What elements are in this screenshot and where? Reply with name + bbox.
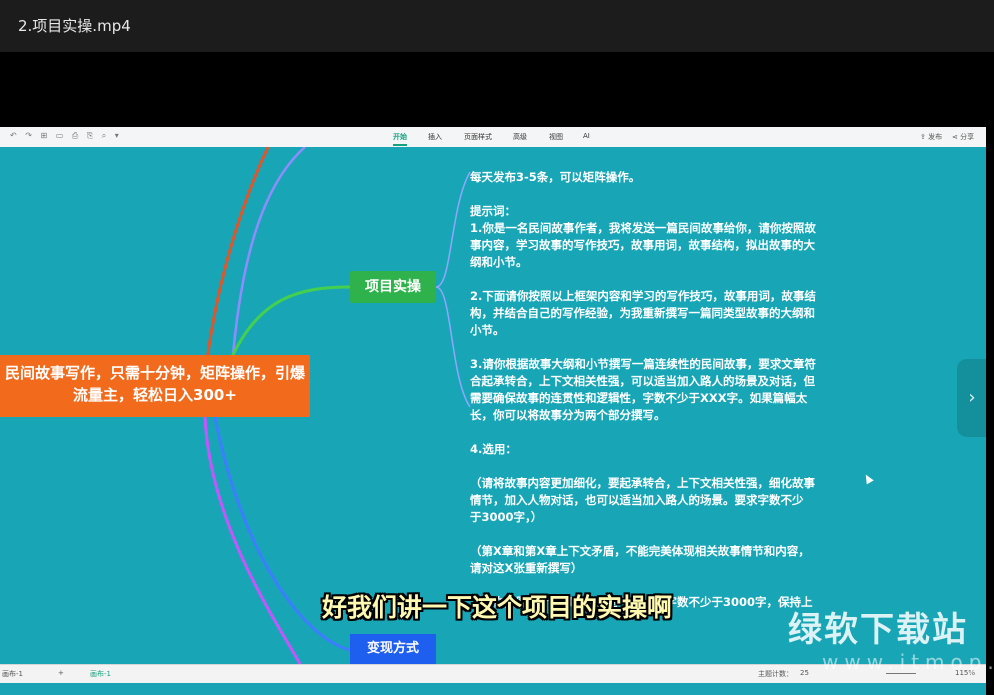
side-panel-expand-icon[interactable]: › — [957, 359, 986, 437]
tab-ai[interactable]: AI — [583, 132, 590, 140]
topic-count: 25 — [800, 669, 809, 677]
video-frame[interactable]: ↶ ↷ ⊞ ▭ ⎙ ⎘ ⌕ ▾ 开始 插入 页面样式 高级 视图 AI ⇪ 发布… — [0, 52, 994, 695]
note-line: 3.请你根据故事大纲和小节撰写一篇连续性的民间故事，要求文章符 — [470, 357, 816, 371]
add-sheet-button[interactable]: + — [58, 669, 64, 677]
note-line: （第X章和第X章上下文矛盾，不能完美体现相关故事情节和内容， — [470, 544, 810, 558]
tab-start[interactable]: 开始 — [393, 132, 407, 146]
topic-count-label: 主题计数： — [758, 670, 793, 678]
central-topic-line-1: 民间故事写作，只需十分钟，矩阵操作，引爆 — [4, 364, 305, 382]
branch-line-green — [230, 285, 351, 358]
note-line — [470, 186, 840, 203]
note-line — [470, 526, 840, 543]
note-line: 事内容，学习故事的写作技巧，故事用词，故事结构，拟出故事的大 — [470, 238, 815, 252]
publish-label: 发布 — [928, 133, 943, 141]
note-line: 于3000字，） — [470, 510, 543, 524]
video-title: 2.项目实操.mp4 — [18, 17, 131, 35]
tab-view[interactable]: 视图 — [549, 132, 563, 142]
sheet-tab[interactable]: 画布-1 — [90, 669, 111, 679]
note-line: 小节。 — [470, 323, 505, 337]
note-line: 需要确保故事的连贯性和逻辑性，字数不少于XXX字。如果篇幅太 — [470, 391, 808, 405]
note-line: 构，并结合自己的写作经验，为我重新撰写一篇同类型故事的大纲和 — [470, 306, 815, 320]
tab-page-style[interactable]: 页面样式 — [464, 132, 492, 142]
note-line: 提示词： — [470, 204, 516, 218]
note-line: 合起承转合，上下文相关性强，可以适当加入路人的场景及对话，但 — [470, 374, 815, 388]
watermark-domain: www.itmop.com — [822, 650, 994, 674]
branch-line-violet — [230, 147, 306, 368]
branch-line-red — [203, 147, 270, 378]
note-line: 长，你可以将故事分为两个部分撰写。 — [470, 408, 666, 422]
note-line: 纲和小节。 — [470, 255, 528, 269]
share-button[interactable]: ⋖ 分享 — [952, 132, 974, 142]
sheet-selector[interactable]: 画布-1 — [2, 669, 23, 679]
note-line: 请对这X张重新撰写） — [470, 561, 583, 575]
note-line — [470, 458, 840, 475]
note-line — [470, 424, 840, 441]
app-toolbar: ↶ ↷ ⊞ ▭ ⎙ ⎘ ⌕ ▾ 开始 插入 页面样式 高级 视图 AI ⇪ 发布… — [0, 127, 986, 148]
note-line: 1.你是一名民间故事作者，我将发送一篇民间故事给你，请你按照故 — [470, 221, 816, 235]
quick-access-icons[interactable]: ↶ ↷ ⊞ ▭ ⎙ ⎘ ⌕ ▾ — [10, 131, 122, 141]
note-line: 每天发布3-5条，可以矩阵操作。 — [470, 170, 641, 184]
central-topic-line-2: 流量主，轻松日入300+ — [73, 386, 237, 404]
note-bracket-bottom — [435, 286, 471, 408]
node-project-practice[interactable]: 项目实操 — [350, 271, 436, 303]
player-title-bar: 2.项目实操.mp4 — [0, 0, 994, 52]
note-line: （请将故事内容更加细化，要起承转合，上下文相关性强，细化故事 — [470, 476, 815, 490]
watermark-brand: 绿软下载站 — [788, 610, 968, 650]
central-topic-node[interactable]: 民间故事写作，只需十分钟，矩阵操作，引爆 流量主，轻松日入300+ — [0, 355, 310, 417]
note-line: 2.下面请你按照以上框架内容和学习的写作技巧，故事用词，故事结 — [470, 289, 816, 303]
share-label: 分享 — [960, 133, 975, 141]
tab-insert[interactable]: 插入 — [428, 132, 442, 142]
note-bracket-top — [435, 171, 471, 288]
publish-button[interactable]: ⇪ 发布 — [920, 132, 942, 142]
note-line: 4.选用： — [470, 442, 517, 456]
tab-advanced[interactable]: 高级 — [513, 132, 527, 142]
note-line — [470, 271, 840, 288]
note-line — [470, 339, 840, 356]
node-monetization[interactable]: 变现方式 — [350, 634, 436, 664]
mindmap-canvas[interactable]: 民间故事写作，只需十分钟，矩阵操作，引爆 流量主，轻松日入300+ 项目实操 变… — [0, 147, 986, 664]
note-line: 情节，加入人物对话，也可以适当加入路人的场景。要求字数不少 — [470, 493, 804, 507]
topic-notes: 每天发布3-5条，可以矩阵操作。 提示词： 1.你是一名民间故事作者，我将发送一篇民… — [470, 169, 840, 611]
